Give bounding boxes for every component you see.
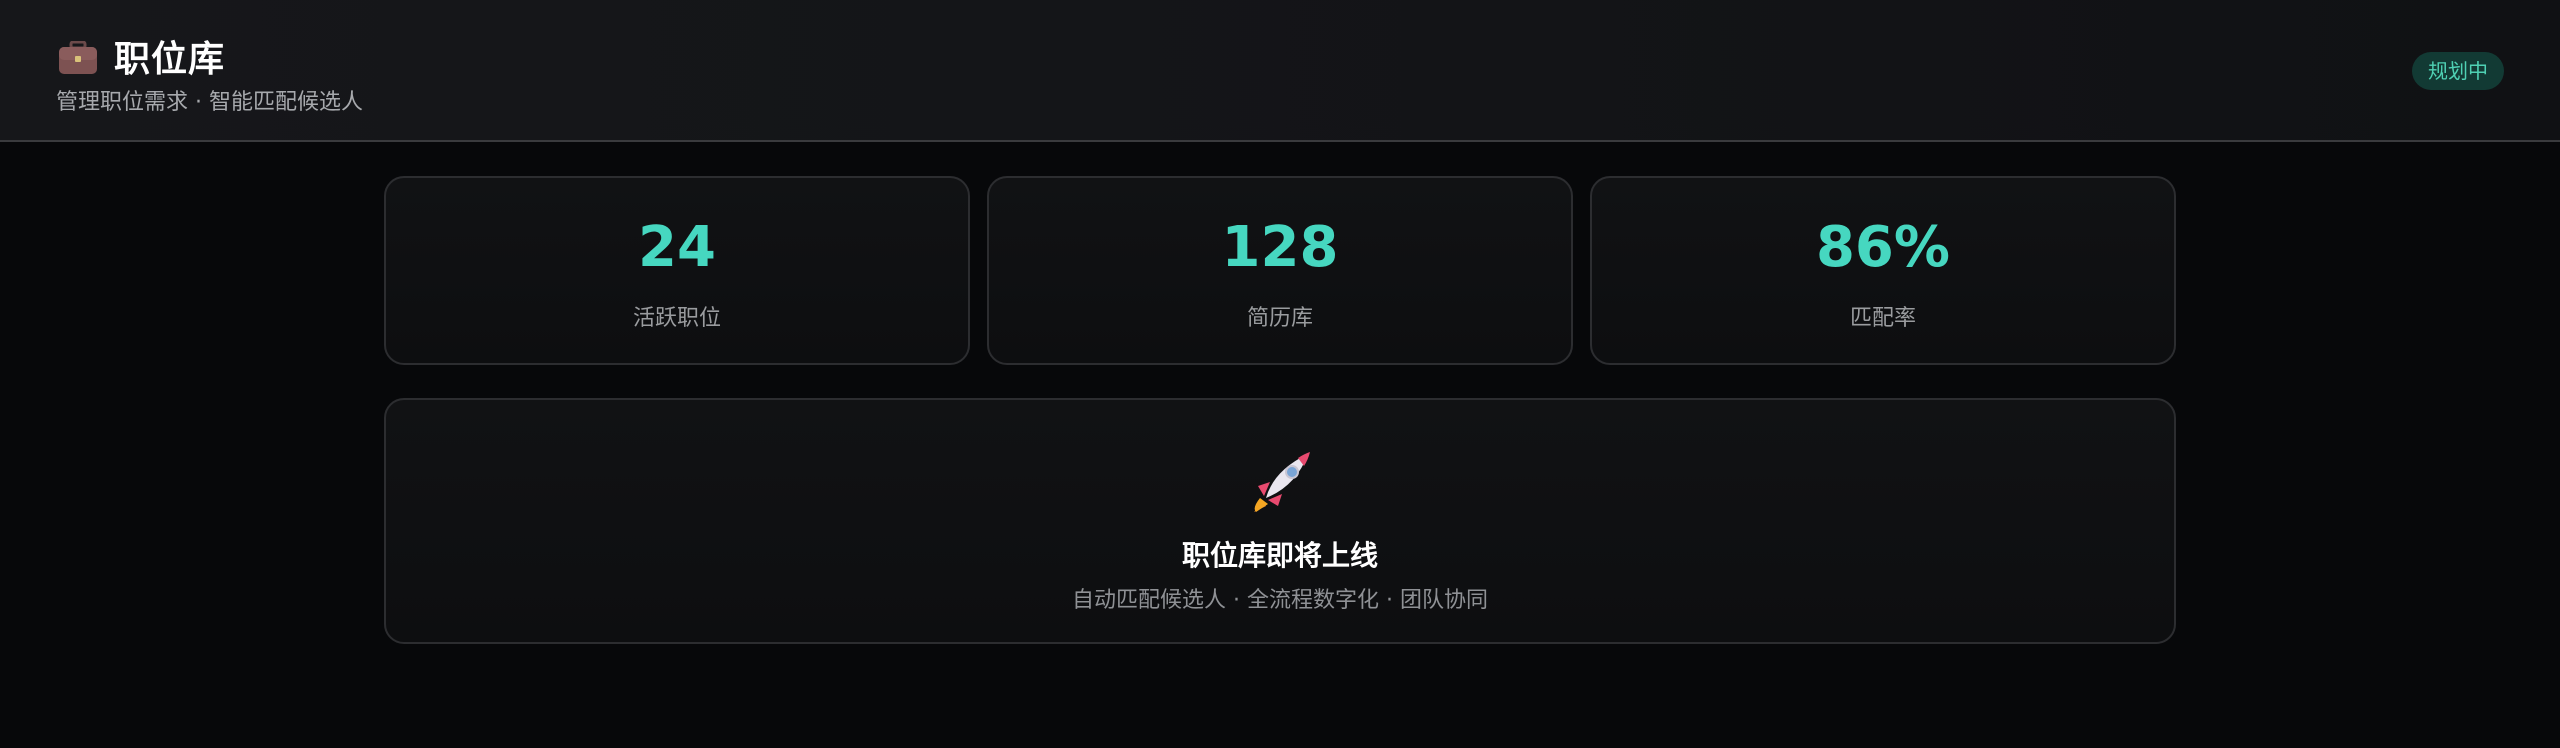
stat-label: 活跃职位 <box>632 306 721 331</box>
stat-card-match-rate: 86% 匹配率 <box>1590 176 2176 365</box>
stat-value: 128 <box>1221 215 1339 280</box>
stat-card-active-jobs: 24 活跃职位 <box>384 176 970 365</box>
stat-label: 匹配率 <box>1849 306 1916 331</box>
rocket-icon <box>1254 452 1310 512</box>
stats-row: 24 活跃职位 128 简历库 86% 匹配率 <box>384 176 2176 365</box>
status-badge: 规划中 <box>2412 52 2504 90</box>
page-title: 职位库 <box>114 39 226 80</box>
title-row: 职位库 <box>58 30 225 82</box>
stat-value: 86% <box>1815 215 1951 280</box>
coming-soon-title: 职位库即将上线 <box>1181 539 1378 572</box>
page-header: 职位库 管理职位需求 · 智能匹配候选人 规划中 <box>0 0 2560 142</box>
coming-soon-panel: 职位库即将上线 自动匹配候选人 · 全流程数字化 · 团队协同 <box>384 398 2176 644</box>
stat-label: 简历库 <box>1246 306 1313 331</box>
page-subtitle: 管理职位需求 · 智能匹配候选人 <box>56 90 363 115</box>
stat-value: 24 <box>638 215 716 280</box>
coming-soon-subtitle: 自动匹配候选人 · 全流程数字化 · 团队协同 <box>1072 588 1488 613</box>
stat-card-resumes: 128 简历库 <box>987 176 1573 365</box>
briefcase-icon <box>59 41 97 74</box>
